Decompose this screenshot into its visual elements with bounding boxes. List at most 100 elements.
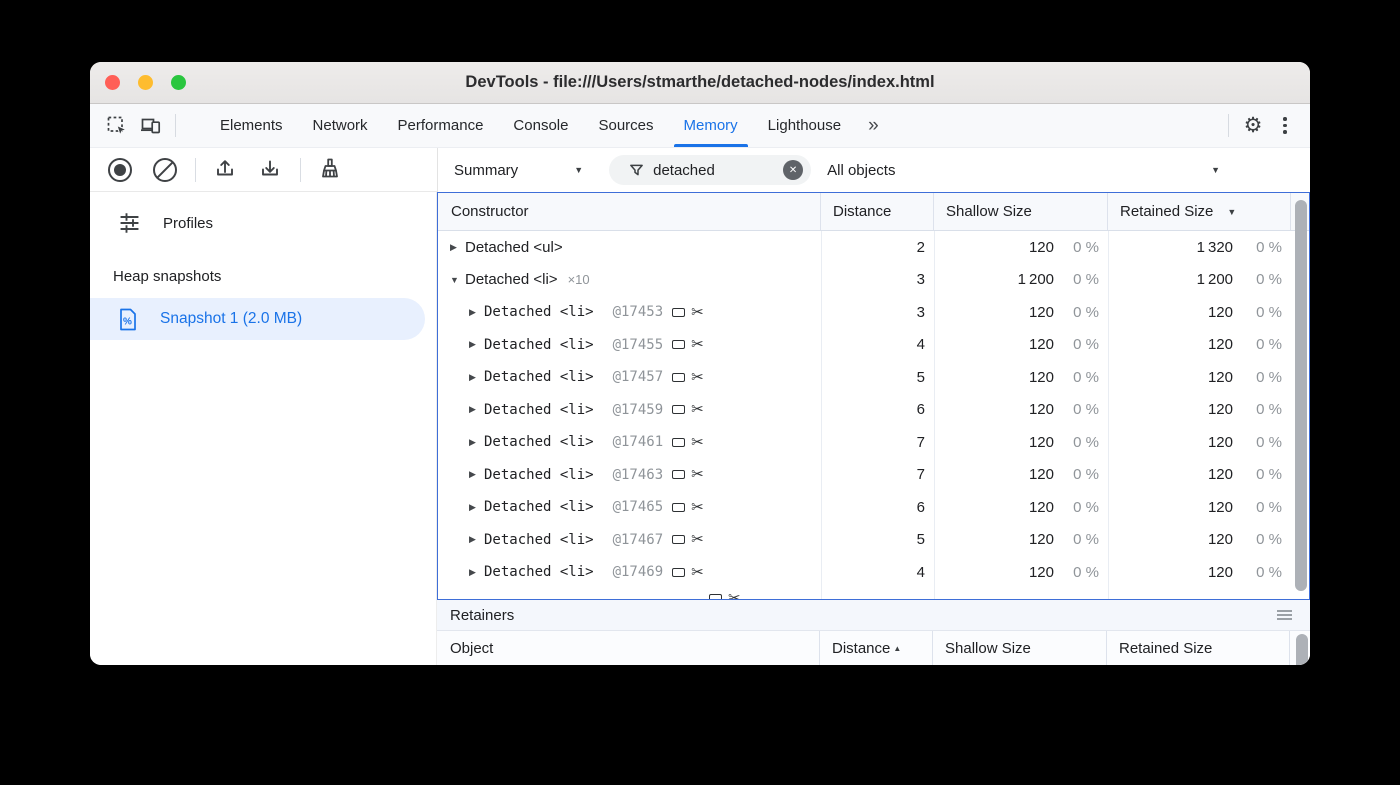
expander-icon[interactable]: ▶ — [469, 534, 484, 545]
heap-object-row[interactable]: ▶ Detached <li> @17465 ✂ 6 — [438, 491, 1309, 524]
scissors-icon[interactable]: ✂ — [691, 402, 704, 417]
scissors-icon[interactable]: ✂ — [691, 337, 704, 352]
settings-gear-icon[interactable]: ⚙ — [1236, 109, 1270, 143]
column-header-distance[interactable]: Distance ▲ — [820, 631, 933, 665]
clear-garbage-broom-icon[interactable] — [315, 155, 345, 185]
column-header-shallow-size[interactable]: Shallow Size — [933, 631, 1107, 665]
close-window-button[interactable] — [105, 75, 120, 90]
expander-icon[interactable]: ▶ — [469, 372, 484, 383]
expander-icon[interactable]: ▶ — [450, 242, 465, 253]
reveal-element-icon[interactable] — [672, 568, 685, 577]
expander-icon[interactable]: ▶ — [469, 567, 484, 578]
expander-icon[interactable]: ▼ — [450, 275, 465, 285]
retained-size-cell: 120 0 % — [1108, 434, 1291, 451]
retained-size-cell: 120 0 % — [1108, 499, 1291, 516]
device-toolbar-icon[interactable] — [134, 109, 168, 143]
clear-filter-icon[interactable]: ✕ — [783, 160, 803, 180]
devtools-tab[interactable]: Network — [298, 104, 383, 147]
devtools-tab[interactable]: Memory — [669, 104, 753, 147]
fullscreen-window-button[interactable] — [171, 75, 186, 90]
object-id: @17455 — [613, 337, 664, 353]
expander-icon[interactable]: ▶ — [469, 404, 484, 415]
reveal-element-icon[interactable] — [672, 470, 685, 479]
reveal-element-icon[interactable] — [672, 308, 685, 317]
reveal-element-icon[interactable] — [709, 594, 722, 599]
devtools-tab[interactable]: Performance — [383, 104, 499, 147]
minimize-window-button[interactable] — [138, 75, 153, 90]
heap-object-row[interactable]: ▶ Detached <li> @17467 ✂ 5 — [438, 524, 1309, 557]
heap-object-row[interactable]: ▼ Detached <li> ×10 ✂ 3 — [438, 264, 1309, 297]
scissors-icon[interactable]: ✂ — [691, 500, 704, 515]
distance-cell: 5 — [821, 531, 934, 548]
scissors-icon[interactable]: ✂ — [691, 305, 704, 320]
distance-cell: 3 — [821, 304, 934, 321]
devtools-tab[interactable]: Sources — [583, 104, 668, 147]
expander-icon[interactable]: ▶ — [469, 307, 484, 318]
scissors-icon[interactable]: ✂ — [691, 370, 704, 385]
reveal-element-icon[interactable] — [672, 373, 685, 382]
heap-object-row[interactable]: ▶ Detached <li> @17459 ✂ 6 — [438, 394, 1309, 427]
column-header-retained-size[interactable]: Retained Size ▼ — [1108, 193, 1291, 230]
load-profile-icon[interactable] — [210, 155, 240, 185]
object-name: Detached <li> — [484, 499, 594, 515]
perspective-select[interactable]: Summary ▼ — [454, 162, 583, 179]
heap-object-row[interactable]: ✂ — [438, 589, 1309, 599]
kebab-menu-icon[interactable] — [1270, 109, 1300, 143]
hamburger-menu-icon[interactable] — [1277, 610, 1297, 620]
objects-scope-select[interactable]: All objects ▼ — [827, 162, 1310, 179]
filter-text[interactable]: detached — [653, 162, 715, 179]
expander-icon[interactable]: ▶ — [469, 339, 484, 350]
chevron-down-icon: ▼ — [574, 165, 583, 175]
shallow-size-cell: 120 0 % — [934, 401, 1108, 418]
devtools-tab[interactable]: Elements — [205, 104, 298, 147]
scissors-icon[interactable]: ✂ — [691, 467, 704, 482]
sidebar-item-profiles[interactable]: Profiles — [90, 206, 436, 240]
column-header-distance[interactable]: Distance — [821, 193, 934, 230]
sidebar-item-snapshot-1[interactable]: % Snapshot 1 (2.0 MB) — [90, 298, 425, 340]
heap-object-row[interactable]: ▶ Detached <li> @17469 ✂ 4 — [438, 556, 1309, 589]
expander-icon[interactable]: ▶ — [469, 437, 484, 448]
row-actions: ✂ — [672, 402, 704, 417]
reveal-element-icon[interactable] — [672, 438, 685, 447]
retainers-section-header: Retainers — [437, 600, 1310, 631]
column-header-shallow-size[interactable]: Shallow Size — [934, 193, 1108, 230]
take-snapshot-icon[interactable] — [105, 155, 135, 185]
heap-object-row[interactable]: ▶ Detached <li> @17455 ✂ 4 — [438, 329, 1309, 362]
reveal-element-icon[interactable] — [672, 535, 685, 544]
snapshot-label: Snapshot 1 (2.0 MB) — [160, 310, 302, 328]
heap-object-row[interactable]: ▶ Detached <li> @17461 ✂ 7 — [438, 426, 1309, 459]
constructor-cell: ▶ Detached <li> @17467 ✂ — [438, 532, 821, 548]
retained-size-cell: 120 0 % — [1108, 304, 1291, 321]
grid-scrollbar-thumb[interactable] — [1295, 200, 1307, 591]
column-header-object[interactable]: Object — [437, 631, 820, 665]
scissors-icon[interactable]: ✂ — [691, 435, 704, 450]
expander-icon[interactable]: ▶ — [469, 469, 484, 480]
reveal-element-icon[interactable] — [672, 340, 685, 349]
retainers-scrollbar-thumb[interactable] — [1296, 634, 1308, 665]
scissors-icon[interactable]: ✂ — [728, 591, 741, 599]
clear-profiles-icon[interactable] — [150, 155, 180, 185]
scissors-icon[interactable]: ✂ — [691, 565, 704, 580]
expander-icon[interactable]: ▶ — [469, 502, 484, 513]
heap-object-row[interactable]: ▶ Detached <li> @17463 ✂ 7 — [438, 459, 1309, 492]
reveal-element-icon[interactable] — [672, 405, 685, 414]
more-tabs-icon[interactable]: » — [856, 104, 891, 147]
constructor-cell: ▶ Detached <li> @17459 ✂ — [438, 402, 821, 418]
heap-object-row[interactable]: ▶ Detached <ul> ✂ 2 — [438, 231, 1309, 264]
devtools-tab[interactable]: Console — [498, 104, 583, 147]
class-filter-input[interactable]: detached ✕ — [609, 155, 811, 185]
column-header-retained-size[interactable]: Retained Size — [1107, 631, 1290, 665]
snapshot-document-icon: % — [118, 308, 138, 331]
heap-object-row[interactable]: ▶ Detached <li> @17453 ✂ 3 — [438, 296, 1309, 329]
heap-object-row[interactable]: ▶ Detached <li> @17457 ✂ 5 — [438, 361, 1309, 394]
grid-controls: Summary ▼ detached ✕ All objects ▼ — [437, 148, 1310, 192]
inspect-element-icon[interactable] — [100, 109, 134, 143]
reveal-element-icon[interactable] — [672, 503, 685, 512]
save-profile-icon[interactable] — [255, 155, 285, 185]
title-bar: DevTools - file:///Users/stmarthe/detach… — [90, 62, 1310, 104]
devtools-tab[interactable]: Lighthouse — [753, 104, 856, 147]
tab-label: Memory — [684, 117, 738, 134]
scissors-icon[interactable]: ✂ — [691, 532, 704, 547]
object-id: @17469 — [613, 564, 664, 580]
column-header-constructor[interactable]: Constructor — [438, 193, 821, 230]
